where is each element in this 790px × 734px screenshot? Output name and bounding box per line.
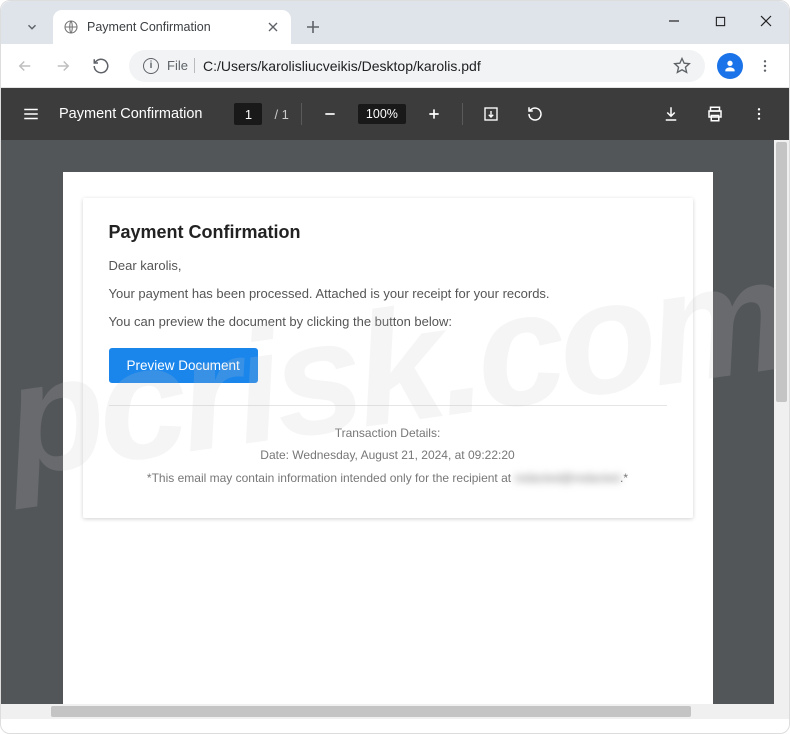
new-tab-button[interactable] [299, 13, 327, 41]
print-button[interactable] [699, 98, 731, 130]
address-bar[interactable]: i File C:/Users/karolisliucveikis/Deskto… [129, 50, 705, 82]
doc-line2: You can preview the document by clicking… [109, 313, 667, 331]
pdf-more-button[interactable] [743, 98, 775, 130]
browser-tab[interactable]: Payment Confirmation [53, 10, 291, 44]
download-button[interactable] [655, 98, 687, 130]
chrome-menu-button[interactable] [749, 50, 781, 82]
horizontal-scroll-thumb[interactable] [51, 706, 691, 717]
divider [109, 405, 667, 406]
vertical-scrollbar[interactable] [774, 140, 789, 704]
content-card: Payment Confirmation Dear karolis, Your … [83, 198, 693, 518]
tab-title: Payment Confirmation [87, 20, 265, 34]
window-maximize-button[interactable] [697, 1, 743, 41]
bookmark-star-icon[interactable] [673, 57, 691, 75]
zoom-level[interactable]: 100% [358, 104, 406, 124]
url-text: C:/Users/karolisliucveikis/Desktop/karol… [203, 58, 665, 74]
fit-page-button[interactable] [475, 98, 507, 130]
details-date: Date: Wednesday, August 21, 2024, at 09:… [109, 444, 667, 467]
redacted-recipient: redacted@redacted [514, 467, 620, 490]
preview-document-button[interactable]: Preview Document [109, 348, 258, 383]
tab-strip: Payment Confirmation [1, 1, 789, 44]
window-controls [651, 1, 789, 41]
doc-heading: Payment Confirmation [109, 222, 667, 243]
site-info-icon[interactable]: i [143, 58, 159, 74]
transaction-details: Transaction Details: Date: Wednesday, Au… [109, 422, 667, 490]
url-scheme-label: File [167, 58, 195, 73]
pdf-toolbar: Payment Confirmation / 1 100% [1, 88, 789, 140]
pdf-viewport: Payment Confirmation Dear karolis, Your … [1, 140, 789, 719]
window-bottom-edge [1, 719, 789, 733]
doc-line1: Your payment has been processed. Attache… [109, 285, 667, 303]
rotate-button[interactable] [519, 98, 551, 130]
toolbar-separator [462, 103, 463, 125]
zoom-out-button[interactable] [314, 98, 346, 130]
page-area[interactable]: Payment Confirmation Dear karolis, Your … [1, 140, 774, 704]
toolbar: i File C:/Users/karolisliucveikis/Deskto… [1, 44, 789, 88]
horizontal-scrollbar[interactable] [1, 704, 774, 719]
vertical-scroll-thumb[interactable] [776, 142, 787, 402]
profile-avatar[interactable] [717, 53, 743, 79]
globe-icon [63, 19, 79, 35]
toolbar-separator [301, 103, 302, 125]
nav-forward-button[interactable] [47, 50, 79, 82]
nav-back-button[interactable] [9, 50, 41, 82]
tab-close-button[interactable] [265, 19, 281, 35]
nav-reload-button[interactable] [85, 50, 117, 82]
pdf-page-input[interactable] [234, 103, 262, 125]
zoom-in-button[interactable] [418, 98, 450, 130]
window-close-button[interactable] [743, 1, 789, 41]
pdf-page: Payment Confirmation Dear karolis, Your … [63, 172, 713, 719]
pdf-document-title: Payment Confirmation [59, 106, 202, 122]
window-minimize-button[interactable] [651, 1, 697, 41]
details-header: Transaction Details: [109, 422, 667, 445]
pdf-menu-button[interactable] [15, 98, 47, 130]
details-notice: *This email may contain information inte… [109, 467, 667, 490]
pdf-page-count: / 1 [274, 107, 288, 122]
tab-search-button[interactable] [11, 10, 53, 44]
doc-greeting: Dear karolis, [109, 257, 667, 275]
scroll-corner [774, 704, 789, 719]
